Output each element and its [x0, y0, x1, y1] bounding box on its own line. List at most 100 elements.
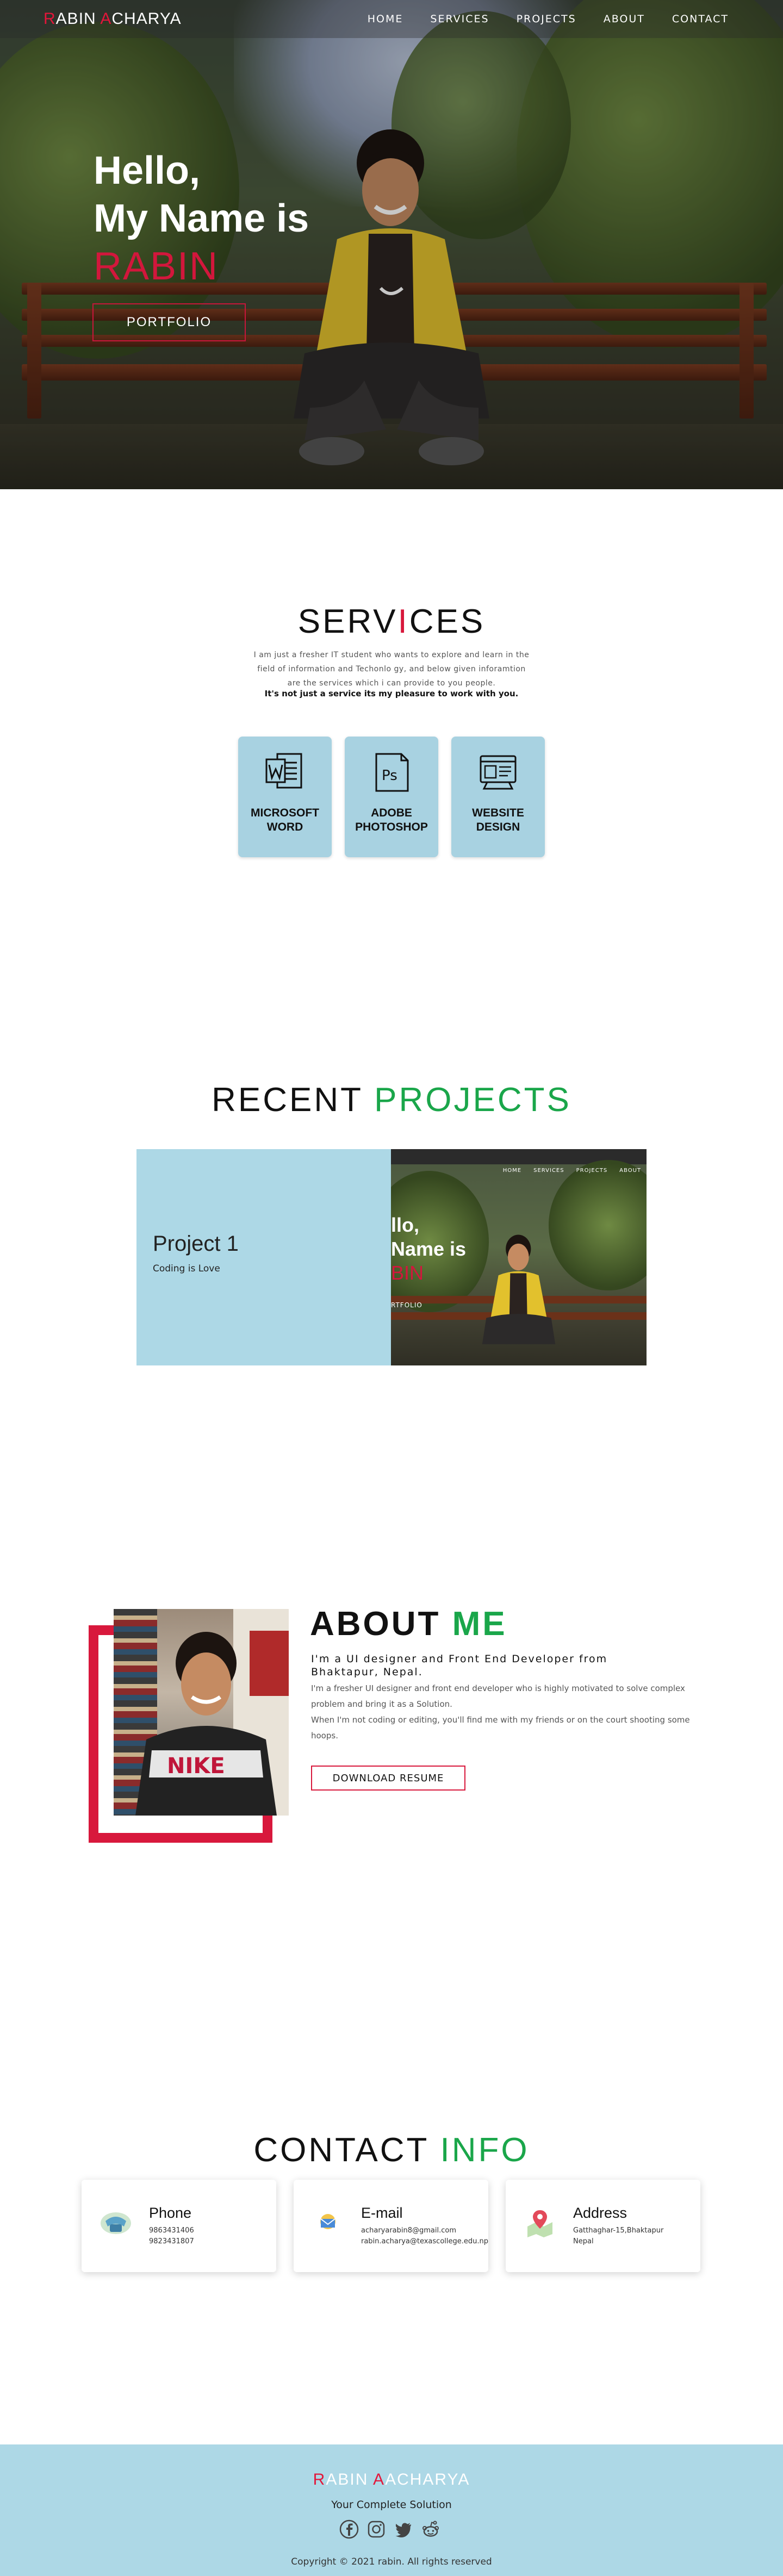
- about-body: I'm a fresher UI designer and front end …: [311, 1681, 692, 1744]
- preview-line1: llo,: [391, 1214, 419, 1236]
- svg-text:Ps: Ps: [382, 768, 397, 784]
- page: RABIN ACHARYA HOME SERVICES PROJECTS ABO…: [0, 0, 783, 2576]
- service-label-website: WEBSITE DESIGN: [451, 806, 545, 834]
- about-title-part1: ABOUT: [310, 1605, 452, 1643]
- word-icon: [265, 753, 302, 789]
- instagram-icon[interactable]: [366, 2519, 386, 2539]
- facebook-icon[interactable]: [339, 2519, 359, 2539]
- service-label-word: MICROSOFT WORD: [238, 806, 332, 834]
- contact-address-2: Nepal: [573, 2237, 594, 2246]
- contact-title: CONTACT INFO: [0, 2131, 783, 2169]
- preview-nav-projects: PROJECTS: [576, 1167, 608, 1174]
- contact-email-title: E-mail: [361, 2205, 403, 2221]
- nav-menu: HOME SERVICES PROJECTS ABOUT CONTACT: [368, 13, 729, 25]
- about-person: NIKE: [135, 1632, 277, 1816]
- contact-card-address[interactable]: Address Gatthaghar-15,Bhaktapur Nepal: [506, 2180, 700, 2272]
- about-role: I'm a UI designer and Front End Develope…: [311, 1653, 608, 1678]
- service-label-photoshop-line1: ADOBE: [371, 807, 412, 819]
- projects-title-accent: PROJECTS: [374, 1081, 571, 1119]
- contact-card-email[interactable]: E-mail acharyarabin8@gmail.com rabin.ach…: [294, 2180, 488, 2272]
- about-title-accent: ME: [452, 1605, 507, 1643]
- contact-address-1: Gatthaghar-15,Bhaktapur: [573, 2226, 664, 2235]
- preview-person: [482, 1234, 556, 1344]
- services-description: I am just a fresher IT student who wants…: [253, 651, 530, 688]
- preview-line2: Name is: [391, 1238, 467, 1260]
- footer-logo-first-name: ABIN: [326, 2471, 374, 2488]
- nav-about[interactable]: ABOUT: [604, 13, 645, 25]
- preview-nav-home: HOME: [502, 1167, 522, 1174]
- contact-email-2[interactable]: rabin.acharya@texascollege.edu.np: [361, 2237, 488, 2246]
- service-card-photoshop[interactable]: Ps ADOBE PHOTOSHOP: [345, 737, 438, 857]
- nav-contact[interactable]: CONTACT: [672, 13, 729, 25]
- service-label-photoshop: ADOBE PHOTOSHOP: [345, 806, 438, 834]
- logo-first-name: ABIN: [55, 10, 101, 28]
- projects-title-part1: RECENT: [212, 1081, 375, 1119]
- footer-logo-second-initial: A: [373, 2471, 386, 2488]
- nav-services[interactable]: SERVICES: [430, 13, 489, 25]
- about-title: ABOUT ME: [310, 1605, 507, 1643]
- services-title-accent: I: [397, 603, 409, 640]
- service-label-word-line1: MICROSOFT: [251, 807, 319, 819]
- preview-line3: BIN: [391, 1262, 424, 1284]
- logo-initial: R: [44, 10, 56, 28]
- phone-icon: [101, 2212, 131, 2234]
- hero-heading: Hello, My Name is RABIN: [94, 147, 309, 290]
- project-preview-image: HOME SERVICES PROJECTS ABOUT llo, Name i…: [391, 1149, 647, 1365]
- footer-logo[interactable]: RABIN AACHARYA: [0, 2471, 783, 2489]
- contact-cards: Phone 9863431406 9823431807 E-mail achar…: [82, 2180, 700, 2272]
- service-card-website[interactable]: WEBSITE DESIGN: [451, 737, 545, 857]
- about-photo: NIKE: [114, 1609, 289, 1816]
- contact-card-phone[interactable]: Phone 9863431406 9823431807: [82, 2180, 276, 2272]
- service-label-website-line2: DESIGN: [476, 821, 520, 833]
- services-title: SERVICES: [0, 602, 783, 641]
- copyright: Copyright © 2021 rabin. All rights reser…: [291, 2556, 492, 2567]
- service-label-website-line1: WEBSITE: [472, 807, 524, 819]
- social-links: [339, 2519, 440, 2539]
- contact-title-accent: INFO: [440, 2131, 530, 2169]
- top-navbar: RABIN ACHARYA HOME SERVICES PROJECTS ABO…: [0, 0, 783, 38]
- twitter-icon[interactable]: [394, 2519, 413, 2539]
- about-body-paragraph-2: When I'm not coding or editing, you'll f…: [311, 1715, 690, 1741]
- preview-nav-about: ABOUT: [619, 1167, 641, 1174]
- about-body-paragraph-1: I'm a fresher UI designer and front end …: [311, 1683, 685, 1709]
- services-title-part1: SERV: [297, 603, 398, 640]
- email-icon: [320, 2214, 335, 2229]
- service-card-word[interactable]: MICROSOFT WORD: [238, 737, 332, 857]
- services-cards: MICROSOFT WORD Ps ADOBE PHOTOSHOP WEBSITE D…: [238, 737, 545, 857]
- service-label-word-line2: WORD: [266, 821, 303, 833]
- projects-title: RECENT PROJECTS: [0, 1081, 783, 1119]
- download-resume-button[interactable]: DOWNLOAD RESUME: [311, 1766, 465, 1791]
- contact-phone-2[interactable]: 9823431807: [149, 2237, 194, 2246]
- portfolio-button[interactable]: PORTFOLIO: [92, 303, 246, 341]
- contact-title-part1: CONTACT: [253, 2131, 440, 2169]
- contact-phone-title: Phone: [149, 2205, 192, 2221]
- hero-name: RABIN: [94, 245, 219, 288]
- logo-second-initial: A: [100, 10, 112, 28]
- contact-email-1[interactable]: acharyarabin8@gmail.com: [361, 2226, 456, 2235]
- preview-nav-services: SERVICES: [533, 1167, 564, 1174]
- nav-projects[interactable]: PROJECTS: [517, 13, 576, 25]
- service-label-photoshop-line2: PHOTOSHOP: [355, 821, 428, 833]
- hero-greeting: Hello,: [94, 149, 201, 192]
- location-icon: [527, 2210, 552, 2237]
- footer: RABIN AACHARYA Your Complete Solution Co…: [0, 2444, 783, 2576]
- about-shirt-text: NIKE: [167, 1754, 225, 1779]
- site-logo[interactable]: RABIN ACHARYA: [44, 10, 182, 28]
- footer-logo-initial: R: [313, 2471, 326, 2488]
- photoshop-icon: Ps: [375, 753, 409, 792]
- reddit-icon[interactable]: [421, 2519, 440, 2539]
- services-title-part2: CES: [409, 603, 486, 640]
- contact-phone-1[interactable]: 9863431406: [149, 2226, 194, 2235]
- contact-address-title: Address: [573, 2205, 627, 2221]
- preview-button: RTFOLIO: [391, 1301, 422, 1309]
- project-subtitle: Coding is Love: [153, 1263, 220, 1274]
- project-title: Project 1: [153, 1232, 239, 1256]
- nav-home[interactable]: HOME: [368, 13, 403, 25]
- footer-tagline: Your Complete Solution: [331, 2499, 452, 2511]
- footer-logo-last-name: ACHARYA: [385, 2471, 470, 2488]
- project-card-1[interactable]: Project 1 Coding is Love HOME SERVICES P…: [136, 1149, 647, 1365]
- services-tagline: It's not just a service its my pleasure …: [264, 689, 519, 698]
- website-design-icon: [480, 755, 517, 790]
- hero-intro: My Name is: [94, 197, 309, 240]
- logo-last-name: CHARYA: [111, 10, 182, 28]
